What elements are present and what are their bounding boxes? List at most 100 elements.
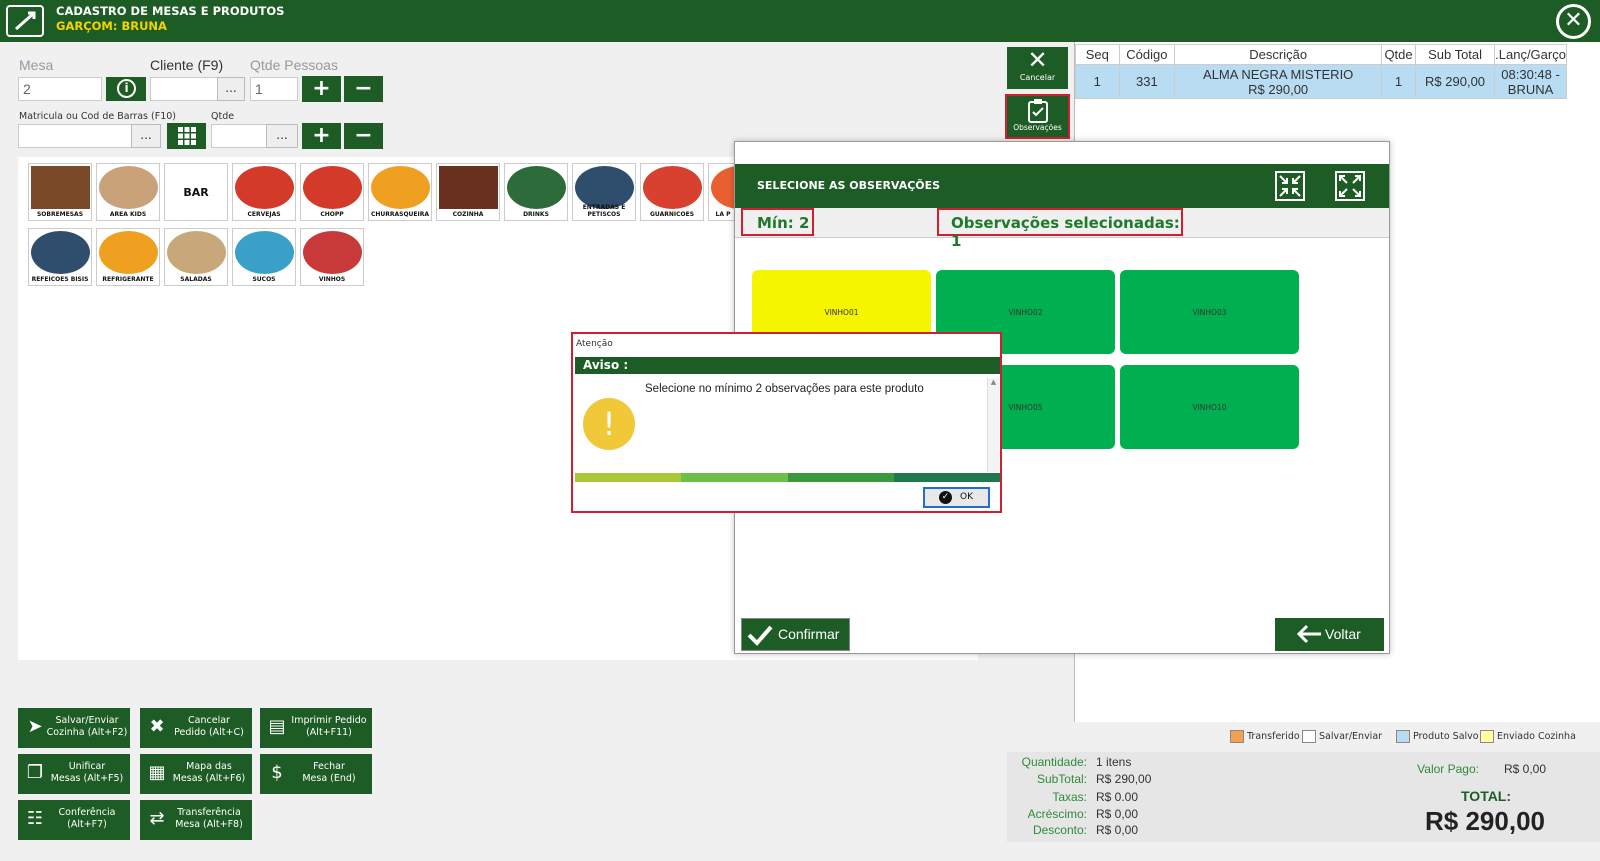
info-button[interactable]: i — [106, 77, 146, 101]
mesa-label: Mesa — [19, 57, 54, 73]
category-tile[interactable]: REFEICOES BISIS — [28, 228, 92, 286]
observation-tile-label: VINHO01 — [824, 308, 859, 317]
category-tile[interactable]: SALADAS — [164, 228, 228, 286]
category-image — [643, 166, 702, 209]
legend-item: Produto Salvo — [1396, 730, 1479, 743]
cancel-item-button[interactable]: ✕ Cancelar — [1007, 47, 1068, 89]
action-button[interactable]: $ Fechar Mesa (End) — [260, 754, 372, 794]
qtde-input[interactable] — [211, 124, 267, 148]
action-button[interactable]: ▤ Imprimir Pedido (Alt+F11) — [260, 708, 372, 748]
progress-segment — [893, 473, 1000, 482]
qtde-plus-button[interactable]: + — [302, 123, 341, 149]
category-tile[interactable]: CHURRASQUEIRA — [368, 163, 432, 221]
legend-item: Transferido — [1230, 730, 1300, 743]
window-title: CADASTRO DE MESAS E PRODUTOS — [56, 4, 285, 18]
legend-swatch — [1230, 730, 1244, 743]
category-tile[interactable]: CERVEJAS — [232, 163, 296, 221]
cell-time-value: 08:30:48 - — [1501, 66, 1560, 82]
observations-title: SELECIONE AS OBSERVAÇÕES — [757, 179, 941, 192]
col-qtde[interactable]: Qtde — [1381, 44, 1416, 65]
action-button[interactable]: ✖ Cancelar Pedido (Alt+C) — [140, 708, 252, 748]
minimize-icon[interactable] — [1275, 171, 1305, 201]
observations-header: SELECIONE AS OBSERVAÇÕES — [735, 164, 1389, 208]
category-tile[interactable]: BAR — [164, 163, 228, 221]
category-tile[interactable]: GUARNICOES — [640, 163, 704, 221]
clipboard-check-icon — [1027, 99, 1048, 123]
cliente-search-button[interactable]: ... — [217, 77, 245, 101]
category-tile[interactable]: SOBREMESAS — [28, 163, 92, 221]
product-grid-button[interactable] — [167, 123, 206, 149]
back-button[interactable]: Voltar — [1275, 618, 1384, 651]
pessoas-input[interactable]: 1 — [250, 77, 298, 101]
qtde-minus-button[interactable]: − — [344, 123, 383, 149]
observations-label: Observações — [1013, 123, 1062, 132]
category-label: DRINKS — [523, 211, 549, 218]
category-tile[interactable]: ENTRADAS E PETISCOS — [572, 163, 636, 221]
action-button[interactable]: ❐ Unificar Mesas (Alt+F5) — [18, 754, 130, 794]
app-logo-icon — [6, 5, 44, 37]
info-icon: i — [117, 79, 136, 98]
matricula-search-button[interactable]: ... — [131, 124, 161, 148]
cell-desc-price: R$ 290,00 — [1248, 81, 1309, 97]
maximize-icon[interactable] — [1335, 171, 1365, 201]
category-label: ENTRADAS E PETISCOS — [582, 204, 626, 218]
category-image — [99, 231, 158, 274]
category-label: AREA KIDS — [109, 211, 147, 218]
category-tile[interactable]: REFRIGERANTE — [96, 228, 160, 286]
valor-pago-value: R$ 0,00 — [1504, 762, 1547, 776]
action-button[interactable]: ▦ Mapa das Mesas (Alt+F6) — [140, 754, 252, 794]
cliente-label: Cliente (F9) — [150, 57, 224, 73]
pessoas-minus-button[interactable]: − — [344, 76, 383, 102]
col-descricao[interactable]: Descrição — [1174, 44, 1383, 65]
category-tile[interactable]: AREA KIDS — [96, 163, 160, 221]
category-image — [575, 166, 634, 209]
quantidade-value: 1 itens — [1096, 755, 1132, 769]
category-image — [31, 166, 90, 209]
cell-waiter: BRUNA — [1507, 81, 1554, 97]
category-tile[interactable]: SUCOS — [232, 228, 296, 286]
table-row[interactable]: 1 331 ALMA NEGRA MISTERIO R$ 290,00 1 R$ … — [1075, 64, 1567, 99]
money-hand-icon: $ — [271, 762, 283, 783]
scroll-up-icon[interactable]: ▲ — [988, 378, 999, 386]
close-icon[interactable]: ✕ — [1556, 4, 1591, 39]
pessoas-plus-button[interactable]: + — [302, 76, 341, 102]
matricula-input[interactable] — [18, 124, 132, 148]
category-tile[interactable]: COZINHA — [436, 163, 500, 221]
ok-button[interactable]: ✓ OK — [923, 487, 990, 508]
action-button[interactable]: ☷ Conferência (Alt+F7) — [18, 800, 130, 840]
qtde-search-button[interactable]: ... — [266, 124, 298, 148]
min-badge: Mín: 2 — [741, 208, 814, 236]
quantidade-label: Quantidade: — [1021, 755, 1087, 769]
confirm-button[interactable]: Confirmar — [741, 618, 850, 651]
observations-button[interactable]: Observações — [1005, 94, 1070, 139]
observation-tile[interactable]: VINHO03 — [1120, 270, 1299, 354]
category-tile[interactable]: DRINKS — [504, 163, 568, 221]
col-seq[interactable]: Seq — [1075, 44, 1120, 65]
category-label: SALADAS — [180, 276, 212, 283]
progress-segment — [681, 473, 788, 482]
col-codigo[interactable]: Código — [1118, 44, 1176, 65]
category-label: REFRIGERANTE — [102, 276, 154, 283]
category-tile[interactable]: VINHOS — [300, 228, 364, 286]
transfer-icon: ⇄ — [149, 808, 165, 829]
col-subtotal[interactable]: Sub Total — [1414, 44, 1496, 65]
cell-code: 331 — [1118, 64, 1176, 99]
category-image — [31, 231, 90, 274]
legend-label: Produto Salvo — [1413, 731, 1479, 742]
acrescimo-value: R$ 0,00 — [1096, 807, 1139, 821]
mesa-input[interactable]: 2 — [18, 77, 102, 101]
observation-tile[interactable]: VINHO10 — [1120, 365, 1299, 449]
action-button[interactable]: ⇄ Transferência Mesa (Alt+F8) — [140, 800, 252, 840]
legend-swatch — [1302, 730, 1316, 743]
cliente-input[interactable] — [150, 77, 218, 101]
progress-segment — [787, 473, 894, 482]
alert-scrollbar[interactable]: ▲ — [987, 378, 999, 472]
action-label: Fechar Mesa (End) — [302, 761, 356, 784]
category-image — [371, 166, 430, 209]
col-lanc[interactable]: .Lanç/Garço — [1494, 44, 1567, 65]
printer-icon: ▤ — [268, 716, 286, 737]
ok-label: OK — [960, 492, 973, 502]
category-tile[interactable]: CHOPP — [300, 163, 364, 221]
alert-progress-bar — [575, 473, 1000, 482]
action-button[interactable]: ➤ Salvar/Enviar Cozinha (Alt+F2) — [18, 708, 130, 748]
